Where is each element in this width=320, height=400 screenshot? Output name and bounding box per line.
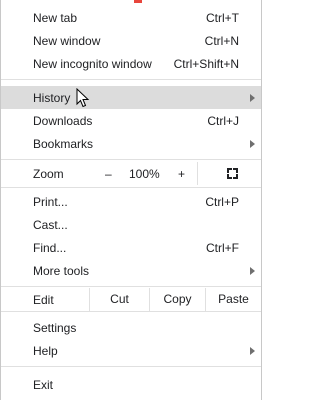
menu-item-shortcut: Ctrl+F bbox=[206, 240, 239, 255]
menu-item-shortcut: Ctrl+Shift+N bbox=[173, 56, 239, 71]
paste-button[interactable]: Paste bbox=[205, 288, 261, 311]
menu-separator bbox=[1, 79, 261, 80]
submenu-arrow-icon bbox=[250, 139, 255, 148]
submenu-arrow-icon bbox=[250, 93, 255, 102]
mouse-pointer-icon bbox=[76, 88, 90, 108]
menu-item-label: Print... bbox=[33, 194, 68, 209]
chrome-main-menu: New tab Ctrl+T New window Ctrl+N New inc… bbox=[0, 0, 262, 400]
menu-item-help[interactable]: Help bbox=[1, 339, 261, 362]
cut-button[interactable]: Cut bbox=[89, 288, 149, 311]
menu-item-cast[interactable]: Cast... bbox=[1, 213, 261, 236]
zoom-in-button[interactable]: + bbox=[178, 167, 185, 181]
menu-item-shortcut: Ctrl+P bbox=[205, 194, 239, 209]
zoom-label: Zoom bbox=[33, 167, 64, 181]
fullscreen-icon[interactable] bbox=[227, 168, 238, 179]
menu-item-new-tab[interactable]: New tab Ctrl+T bbox=[1, 6, 261, 29]
menu-item-new-window[interactable]: New window Ctrl+N bbox=[1, 29, 261, 52]
menu-item-label: Help bbox=[33, 343, 58, 358]
menu-item-label: History bbox=[33, 90, 71, 105]
menu-separator bbox=[1, 159, 261, 160]
menu-item-new-incognito-window[interactable]: New incognito window Ctrl+Shift+N bbox=[1, 52, 261, 75]
menu-separator bbox=[1, 187, 261, 188]
menu-separator bbox=[1, 286, 261, 287]
menu-item-downloads[interactable]: Downloads Ctrl+J bbox=[1, 109, 261, 132]
menu-item-find[interactable]: Find... Ctrl+F bbox=[1, 236, 261, 259]
edit-row: Edit Cut Copy Paste bbox=[1, 288, 261, 311]
submenu-arrow-icon bbox=[250, 346, 255, 355]
menu-item-label: New incognito window bbox=[33, 56, 152, 71]
menu-item-shortcut: Ctrl+N bbox=[204, 33, 239, 48]
zoom-level: 100% bbox=[129, 167, 160, 181]
menu-item-bookmarks[interactable]: Bookmarks bbox=[1, 132, 261, 155]
menu-item-label: New tab bbox=[33, 10, 78, 25]
menu-item-exit[interactable]: Exit bbox=[1, 373, 261, 396]
menu-item-more-tools[interactable]: More tools bbox=[1, 259, 261, 282]
divider bbox=[197, 162, 198, 185]
menu-item-label: Bookmarks bbox=[33, 136, 94, 151]
menu-item-label: Downloads bbox=[33, 113, 93, 128]
menu-item-settings[interactable]: Settings bbox=[1, 316, 261, 339]
menu-item-label: Find... bbox=[33, 240, 67, 255]
zoom-row: Zoom – 100% + bbox=[1, 162, 261, 185]
copy-button[interactable]: Copy bbox=[149, 288, 205, 311]
top-accent-bar bbox=[134, 0, 142, 3]
menu-item-label: Cast... bbox=[33, 217, 68, 232]
menu-item-label: New window bbox=[33, 33, 101, 48]
zoom-out-button[interactable]: – bbox=[105, 167, 112, 181]
menu-separator bbox=[1, 366, 261, 367]
menu-item-label: Exit bbox=[33, 377, 54, 392]
menu-separator bbox=[1, 311, 261, 312]
menu-item-label: Settings bbox=[33, 320, 77, 335]
menu-item-history[interactable]: History bbox=[1, 86, 261, 109]
menu-item-shortcut: Ctrl+J bbox=[207, 113, 239, 128]
menu-item-print[interactable]: Print... Ctrl+P bbox=[1, 190, 261, 213]
menu-item-shortcut: Ctrl+T bbox=[206, 10, 239, 25]
menu-item-label: More tools bbox=[33, 263, 90, 278]
edit-label: Edit bbox=[33, 293, 54, 307]
submenu-arrow-icon bbox=[250, 266, 255, 275]
